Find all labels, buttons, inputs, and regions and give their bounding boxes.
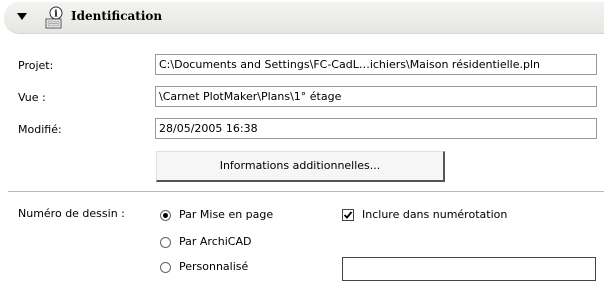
include-numbering-label[interactable]: Inclure dans numérotation: [362, 208, 507, 221]
triangle-down-icon[interactable]: [17, 13, 27, 20]
radio-by-layout[interactable]: [160, 210, 171, 221]
project-label: Projet:: [18, 59, 54, 72]
additional-info-button[interactable]: Informations additionnelles...: [156, 151, 445, 182]
modified-field[interactable]: 28/05/2005 16:38: [155, 118, 597, 139]
divider: [8, 191, 604, 193]
radio-by-archicad-label[interactable]: Par ArchiCAD: [179, 235, 251, 248]
radio-custom-label[interactable]: Personnalisé: [179, 260, 248, 273]
checkmark-icon: [343, 211, 353, 219]
drawing-number-label: Numéro de dessin :: [18, 207, 125, 220]
include-numbering-checkbox[interactable]: [342, 209, 354, 221]
view-field[interactable]: \Carnet PlotMaker\Plans\1° étage: [155, 86, 597, 107]
svg-text:i: i: [54, 10, 58, 20]
radio-by-layout-label[interactable]: Par Mise en page: [179, 208, 273, 221]
radio-custom[interactable]: [160, 262, 171, 273]
view-label: Vue :: [18, 91, 46, 104]
modified-label: Modifié:: [18, 123, 62, 136]
custom-number-field[interactable]: [342, 257, 596, 281]
radio-by-archicad[interactable]: [160, 237, 171, 248]
info-document-icon: i: [45, 6, 63, 29]
section-title: Identification: [71, 9, 163, 23]
project-field[interactable]: C:\Documents and Settings\FC-CadL…ichier…: [155, 54, 597, 75]
section-header[interactable]: i Identification: [4, 2, 604, 33]
